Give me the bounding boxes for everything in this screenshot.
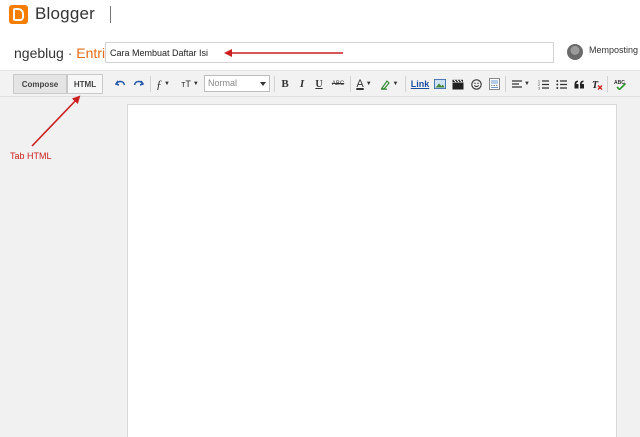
post-body-editor[interactable] bbox=[127, 104, 617, 437]
post-title-input[interactable] bbox=[105, 42, 554, 63]
post-header: ngeblug · Entri Memposting bbox=[0, 33, 640, 70]
font-size-glyph: тT bbox=[181, 79, 191, 89]
editor-toolbar: Compose HTML ƒ ▼ тT ▼ Normal B I U ABC A… bbox=[0, 70, 640, 97]
numbered-list-icon[interactable]: 123 bbox=[536, 75, 550, 93]
text-color-glyph: A bbox=[356, 78, 364, 90]
alignment-icon[interactable]: ▼ bbox=[510, 75, 532, 93]
chevron-down-icon: ▼ bbox=[524, 81, 530, 87]
spellcheck-icon[interactable]: ABC bbox=[612, 75, 628, 93]
chevron-down-icon: ▼ bbox=[192, 81, 199, 87]
font-family-glyph: ƒ bbox=[156, 76, 163, 91]
text-color-icon[interactable]: A ▼ bbox=[354, 75, 374, 93]
blogger-logo-icon[interactable] bbox=[9, 5, 28, 24]
tab-html-annotation: Tab HTML bbox=[10, 151, 52, 161]
divider bbox=[110, 6, 111, 23]
svg-text:T: T bbox=[592, 80, 599, 90]
jump-break-icon[interactable] bbox=[487, 75, 501, 93]
redo-icon[interactable] bbox=[131, 75, 145, 93]
top-bar: Blogger bbox=[0, 0, 640, 33]
section-name: Entri bbox=[76, 45, 106, 61]
link-button[interactable]: Link bbox=[410, 75, 430, 93]
italic-button[interactable]: I bbox=[296, 75, 308, 93]
format-select[interactable]: Normal bbox=[204, 75, 270, 92]
font-family-icon[interactable]: ƒ ▼ bbox=[154, 75, 172, 93]
chevron-down-icon: ▼ bbox=[365, 81, 372, 87]
remove-formatting-icon[interactable]: T bbox=[590, 75, 604, 93]
chevron-down-icon: ▼ bbox=[392, 81, 399, 87]
quote-icon[interactable] bbox=[572, 75, 586, 93]
video-icon[interactable] bbox=[451, 75, 465, 93]
bold-button[interactable]: B bbox=[279, 75, 291, 93]
avatar[interactable] bbox=[567, 44, 583, 60]
toolbar-separator bbox=[350, 76, 351, 92]
breadcrumb-separator: · bbox=[67, 45, 73, 61]
strikethrough-button[interactable]: ABC bbox=[330, 75, 346, 93]
chevron-down-icon: ▼ bbox=[164, 81, 170, 87]
html-tab[interactable]: HTML bbox=[67, 74, 103, 94]
breadcrumb: ngeblug · Entri bbox=[14, 45, 105, 61]
compose-tab[interactable]: Compose bbox=[13, 74, 67, 94]
post-status: Memposting bbox=[589, 45, 639, 55]
highlight-color-icon[interactable]: ▼ bbox=[378, 75, 400, 93]
emoji-icon[interactable] bbox=[469, 75, 483, 93]
undo-icon[interactable] bbox=[113, 75, 127, 93]
underline-button[interactable]: U bbox=[313, 75, 325, 93]
toolbar-separator bbox=[405, 76, 406, 92]
chevron-down-icon bbox=[260, 82, 266, 86]
toolbar-separator bbox=[607, 76, 608, 92]
svg-text:3: 3 bbox=[538, 86, 540, 90]
bulleted-list-icon[interactable] bbox=[554, 75, 568, 93]
toolbar-separator bbox=[274, 76, 275, 92]
app-name: Blogger bbox=[35, 4, 95, 23]
toolbar-separator bbox=[150, 76, 151, 92]
image-icon[interactable] bbox=[433, 75, 447, 93]
toolbar-separator bbox=[505, 76, 506, 92]
format-select-value: Normal bbox=[208, 78, 238, 88]
blog-name[interactable]: ngeblug bbox=[14, 45, 64, 61]
font-size-icon[interactable]: тT ▼ bbox=[179, 75, 201, 93]
